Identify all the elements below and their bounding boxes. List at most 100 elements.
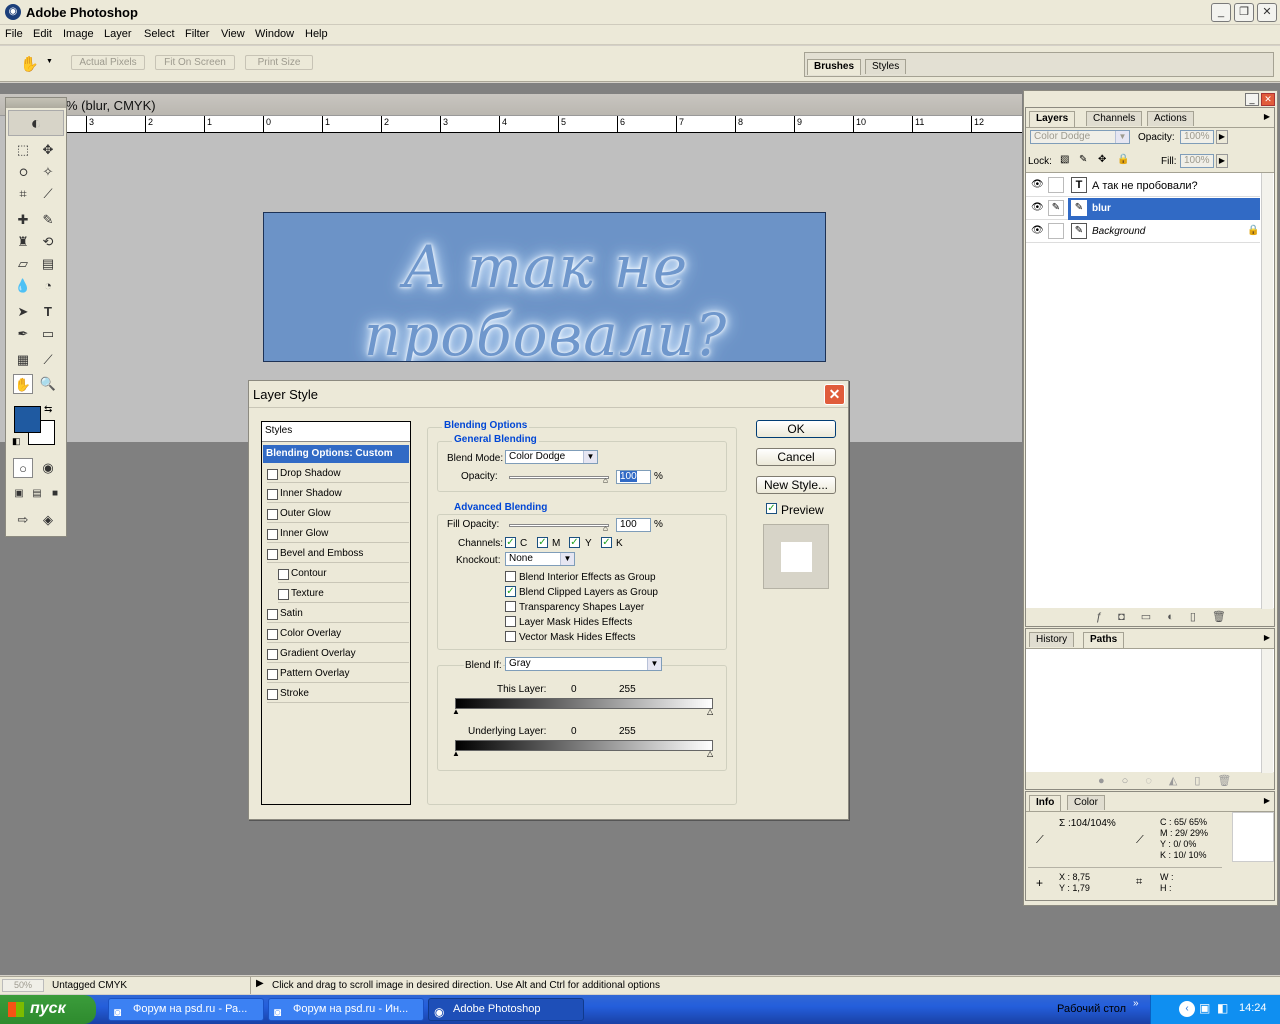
layer-opacity-field[interactable]: 100% xyxy=(1180,130,1214,144)
minimize-button[interactable]: _ xyxy=(1211,3,1231,22)
layer-name[interactable]: А так не пробовали? xyxy=(1092,180,1198,192)
layer-mask-hides-checkbox[interactable] xyxy=(505,616,516,627)
path-selection-tool-icon[interactable]: ➤ xyxy=(13,302,33,322)
add-mask-icon[interactable]: ◘ xyxy=(1118,611,1141,623)
menu-filter[interactable]: Filter xyxy=(185,28,209,40)
checkbox[interactable] xyxy=(267,629,278,640)
eraser-tool-icon[interactable]: ▱ xyxy=(13,254,33,274)
panel-menu-arrow-icon[interactable]: ▶ xyxy=(1264,112,1270,121)
adjustment-layer-icon[interactable]: ◐ xyxy=(1167,611,1190,623)
marquee-tool-icon[interactable]: ⬚ xyxy=(13,140,33,160)
tab-color[interactable]: Color xyxy=(1067,795,1105,810)
type-tool-icon[interactable]: T xyxy=(38,302,58,322)
zoom-tool-icon[interactable]: 🔍 xyxy=(38,374,58,394)
restore-button[interactable]: ❐ xyxy=(1234,3,1254,22)
underlying-black-thumb[interactable]: ▲ xyxy=(452,749,460,758)
delete-layer-icon[interactable]: 🗑 xyxy=(1212,611,1242,623)
menu-window[interactable]: Window xyxy=(255,28,294,40)
desktop-toolbar-label[interactable]: Рабочий стол xyxy=(1057,1003,1126,1015)
quick-mask-mode-icon[interactable]: ◉ xyxy=(38,458,58,478)
tray-network-icon[interactable]: ▣ xyxy=(1199,1001,1210,1015)
healing-brush-tool-icon[interactable]: ✚ xyxy=(13,210,33,230)
tab-paths[interactable]: Paths xyxy=(1083,632,1125,648)
channel-y-checkbox[interactable]: ✓ xyxy=(569,537,580,548)
toolbar-expand-icon[interactable]: » xyxy=(1133,998,1139,1009)
status-menu-arrow-icon[interactable]: ▶ xyxy=(256,978,264,989)
checkbox[interactable] xyxy=(267,649,278,660)
palette-well-tab-styles[interactable]: Styles xyxy=(865,59,907,74)
brush-tool-icon[interactable]: ✎ xyxy=(38,210,58,230)
ok-button[interactable]: OK xyxy=(756,420,836,438)
visibility-eye-icon[interactable]: 👁 xyxy=(1031,225,1044,236)
checkbox[interactable] xyxy=(267,549,278,560)
new-path-icon[interactable]: ▯ xyxy=(1194,775,1217,787)
dodge-tool-icon[interactable]: ◔ xyxy=(38,276,58,296)
blend-mode-select[interactable]: Color Dodge ▼ xyxy=(505,450,598,464)
style-item-color-overlay[interactable]: Color Overlay xyxy=(267,625,409,643)
underlying-layer-gradient-slider[interactable] xyxy=(455,740,713,751)
this-layer-white-thumb[interactable]: △ xyxy=(707,707,713,716)
layer-name[interactable]: blur xyxy=(1092,203,1111,214)
opacity-slider[interactable] xyxy=(509,476,609,479)
blend-if-select[interactable]: Gray ▼ xyxy=(505,657,662,671)
brush-layer-icon[interactable]: ✎ xyxy=(1048,200,1064,216)
load-selection-icon[interactable]: ◌ xyxy=(1145,775,1169,787)
history-brush-tool-icon[interactable]: ⟲ xyxy=(38,232,58,252)
print-size-button[interactable]: Print Size xyxy=(245,55,313,70)
shape-tool-icon[interactable]: ▭ xyxy=(38,324,58,344)
palette-well-tab-brushes[interactable]: Brushes xyxy=(807,59,862,75)
blend-interior-checkbox[interactable] xyxy=(505,571,516,582)
style-item-inner-shadow[interactable]: Inner Shadow xyxy=(267,485,409,503)
layer-blend-mode-select[interactable]: Color Dodge ▼ xyxy=(1030,130,1130,144)
this-layer-gradient-slider[interactable] xyxy=(455,698,713,709)
fill-opacity-field[interactable]: 100 xyxy=(616,518,651,532)
checkbox[interactable] xyxy=(267,689,278,700)
layers-scrollbar[interactable] xyxy=(1261,173,1273,609)
menu-layer[interactable]: Layer xyxy=(104,28,132,40)
tray-volume-icon[interactable]: ◧ xyxy=(1217,1001,1228,1015)
styles-header[interactable]: Styles xyxy=(262,422,410,442)
style-item-contour[interactable]: Contour xyxy=(278,565,409,583)
vector-mask-hides-checkbox[interactable] xyxy=(505,631,516,642)
tab-info[interactable]: Info xyxy=(1029,795,1062,811)
menu-image[interactable]: Image xyxy=(63,28,94,40)
lock-image-icon[interactable]: ✎ xyxy=(1079,154,1087,165)
panel-minimize-button[interactable]: _ xyxy=(1245,93,1259,106)
channel-m-checkbox[interactable]: ✓ xyxy=(537,537,548,548)
actual-pixels-button[interactable]: Actual Pixels xyxy=(71,55,145,70)
fit-on-screen-button[interactable]: Fit On Screen xyxy=(155,55,235,70)
taskbar-item-photoshop[interactable]: ◉ Adobe Photoshop xyxy=(428,998,584,1021)
opacity-slider-thumb[interactable]: ⌂ xyxy=(603,476,608,485)
lock-position-icon[interactable]: ✥ xyxy=(1098,154,1106,165)
menu-file[interactable]: File xyxy=(5,28,23,40)
standard-screen-mode-icon[interactable]: ▣ xyxy=(9,484,29,504)
channel-k-checkbox[interactable]: ✓ xyxy=(601,537,612,548)
preview-checkbox[interactable]: ✓ xyxy=(766,503,777,514)
start-button[interactable]: пуск xyxy=(0,995,96,1024)
menu-edit[interactable]: Edit xyxy=(33,28,52,40)
style-item-drop-shadow[interactable]: Drop Shadow xyxy=(267,465,409,483)
standard-mode-icon[interactable]: ○ xyxy=(13,458,33,478)
blending-options-item[interactable]: Blending Options: Custom xyxy=(263,445,409,463)
move-tool-icon[interactable]: ✥ xyxy=(38,140,58,160)
visibility-eye-icon[interactable]: 👁 xyxy=(1031,179,1044,190)
full-screen-menu-mode-icon[interactable]: ▤ xyxy=(27,484,47,504)
style-item-texture[interactable]: Texture xyxy=(278,585,409,603)
tab-channels[interactable]: Channels xyxy=(1086,111,1143,126)
lock-transparency-icon[interactable]: ▧ xyxy=(1060,154,1069,165)
eyedropper-tool-icon[interactable]: ⟋ xyxy=(38,350,58,370)
new-layer-icon[interactable]: ▯ xyxy=(1190,611,1212,623)
checkbox[interactable] xyxy=(267,469,278,480)
taskbar-item-forum-2[interactable]: ◙ Форум на psd.ru - Ин... xyxy=(268,998,424,1021)
zoom-field[interactable]: 50% xyxy=(2,979,44,992)
opacity-slider-arrow-icon[interactable]: ▶ xyxy=(1216,130,1228,144)
underlying-white-thumb[interactable]: △ xyxy=(707,749,713,758)
layer-row[interactable]: 👁 ✎ Background 🔒 xyxy=(1026,221,1260,243)
taskbar-item-forum-1[interactable]: ◙ Форум на psd.ru - Ра... xyxy=(108,998,264,1021)
link-cell[interactable] xyxy=(1048,177,1064,193)
checkbox[interactable] xyxy=(267,509,278,520)
checkbox[interactable] xyxy=(278,589,289,600)
channel-c-checkbox[interactable]: ✓ xyxy=(505,537,516,548)
default-colors-icon[interactable]: ◧ xyxy=(12,436,21,447)
panel-menu-arrow-icon[interactable]: ▶ xyxy=(1264,633,1270,642)
